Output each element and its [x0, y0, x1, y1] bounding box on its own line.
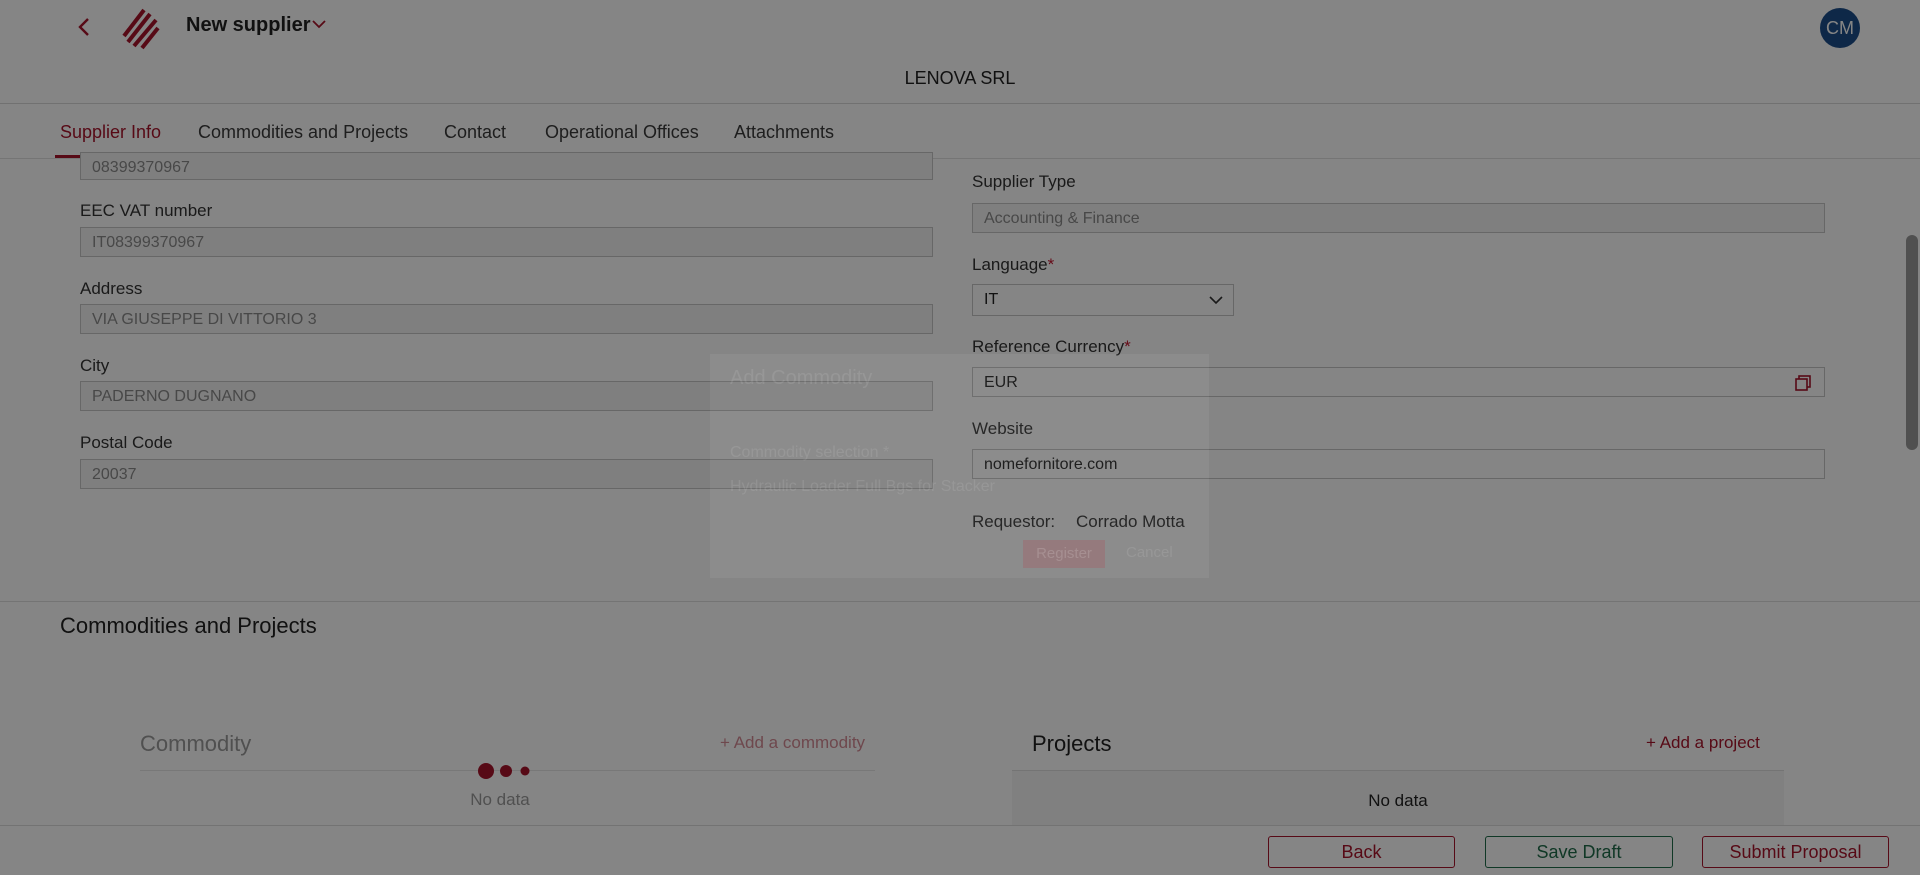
- commodity-select[interactable]: Hydraulic Loader Full Bgs for Stacker: [730, 478, 995, 496]
- modal-title: Add Commodity: [730, 367, 873, 389]
- cancel-button[interactable]: Cancel: [1126, 544, 1173, 561]
- register-button[interactable]: Register: [1023, 540, 1105, 568]
- modal-field-label: Commodity selection *: [730, 444, 890, 461]
